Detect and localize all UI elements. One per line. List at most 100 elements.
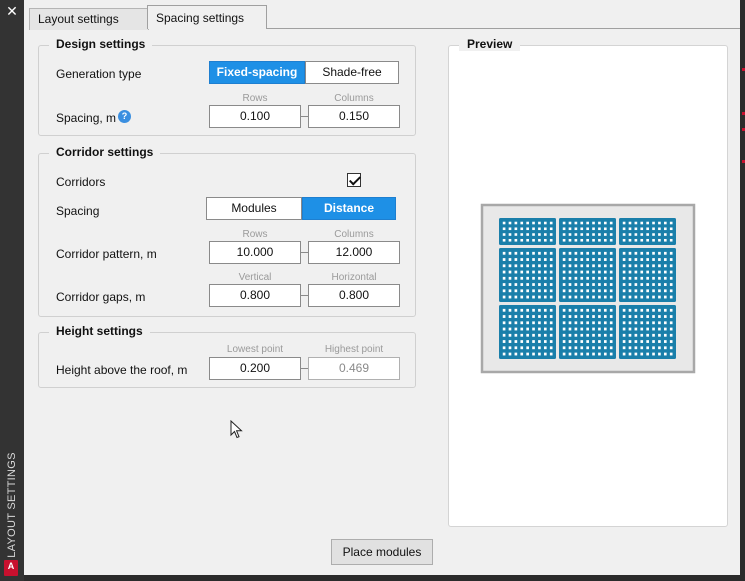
module-cell <box>586 340 589 343</box>
module-cell <box>586 333 589 337</box>
module-cell <box>652 227 655 231</box>
module-cell <box>634 258 638 261</box>
module-cell <box>663 270 667 274</box>
module-cell <box>669 327 673 331</box>
module-cell <box>526 315 529 318</box>
module-cell <box>508 264 512 268</box>
module-cell <box>640 321 644 325</box>
module-cell <box>568 251 572 255</box>
module-cell <box>609 264 613 268</box>
module-cell <box>658 233 661 236</box>
module-cell <box>568 352 572 356</box>
close-icon[interactable]: ✕ <box>4 4 20 20</box>
distance-button[interactable]: Distance <box>302 197 396 220</box>
module-cell <box>652 327 655 331</box>
module-cell <box>586 238 589 242</box>
module-cell <box>603 321 607 325</box>
module-cell <box>508 333 512 337</box>
module-cell <box>526 333 529 337</box>
module-cell <box>586 295 589 299</box>
spacing-rows-input[interactable]: 0.100 <box>209 105 301 128</box>
place-modules-button[interactable]: Place modules <box>331 539 433 565</box>
module-cell <box>634 283 638 286</box>
design-settings-group: Design settings Generation type Fixed-sp… <box>38 37 416 136</box>
vertical-sublabel: Vertical <box>238 272 272 283</box>
module-cell <box>520 315 524 318</box>
module-cell <box>532 340 535 343</box>
help-icon[interactable]: ? <box>118 110 131 123</box>
module-cell <box>652 295 655 299</box>
gap-vertical-input[interactable]: 0.800 <box>209 284 301 307</box>
module-cell <box>628 289 632 293</box>
module-cell <box>652 276 655 280</box>
module-cell <box>640 352 644 356</box>
module-cell <box>663 352 667 356</box>
modules-button[interactable]: Modules <box>206 197 302 220</box>
module-cell <box>502 221 506 225</box>
module-cell <box>532 315 535 318</box>
module-cell <box>568 321 572 325</box>
module-cell <box>586 283 589 286</box>
link-dash <box>301 116 308 117</box>
module-cell <box>543 352 547 356</box>
module-cell <box>502 327 506 331</box>
module-cell <box>514 352 518 356</box>
module-cell <box>508 289 512 293</box>
module-cell <box>526 289 529 293</box>
module-cell <box>609 233 613 236</box>
module-cell <box>538 346 541 350</box>
spacing-columns-input[interactable]: 0.150 <box>308 105 400 128</box>
module-cell <box>508 251 512 255</box>
module-cell <box>652 289 655 293</box>
module-cell <box>634 238 638 242</box>
module-cell <box>640 276 644 280</box>
module-cell <box>598 321 601 325</box>
module-cell <box>574 221 578 225</box>
pattern-rows-input[interactable]: 10.000 <box>209 241 301 264</box>
module-cell <box>586 227 589 231</box>
module-cell <box>580 321 584 325</box>
module-cell <box>538 352 541 356</box>
module-cell <box>663 308 667 312</box>
gap-horizontal-input[interactable]: 0.800 <box>308 284 400 307</box>
module-cell <box>622 264 626 268</box>
module-cell <box>580 289 584 293</box>
tab-spacing-settings[interactable]: Spacing settings <box>147 5 267 29</box>
module-cell <box>658 227 661 231</box>
module-cell <box>532 238 535 242</box>
corridors-checkbox[interactable] <box>347 173 361 187</box>
module-cell <box>549 264 553 268</box>
module-cell <box>628 333 632 337</box>
module-cell <box>603 327 607 331</box>
module-cell <box>549 346 553 350</box>
module-cell <box>549 315 553 318</box>
module-cell <box>568 315 572 318</box>
module-cell <box>508 340 512 343</box>
module-cell <box>514 221 518 225</box>
module-cell <box>568 346 572 350</box>
shade-free-button[interactable]: Shade-free <box>305 61 399 84</box>
module-cell <box>663 258 667 261</box>
module-cell <box>586 321 589 325</box>
module-cell <box>502 264 506 268</box>
module-cell <box>663 227 667 231</box>
module-cell <box>538 289 541 293</box>
module-cell <box>502 340 506 343</box>
module-cell <box>628 251 632 255</box>
module-cell <box>598 264 601 268</box>
module-cell <box>634 276 638 280</box>
module-cell <box>549 221 553 225</box>
pattern-columns-input[interactable]: 12.000 <box>308 241 400 264</box>
link-dash <box>301 295 308 296</box>
module-cell <box>592 346 595 350</box>
module-cell <box>514 276 518 280</box>
module-cell <box>543 327 547 331</box>
fixed-spacing-button[interactable]: Fixed-spacing <box>209 61 305 84</box>
lowest-point-input[interactable]: 0.200 <box>209 357 301 380</box>
module-cell <box>634 340 638 343</box>
module-cell <box>669 233 673 236</box>
preview-panel: Preview <box>448 37 728 527</box>
tab-layout-settings[interactable]: Layout settings <box>29 8 149 30</box>
module-cell <box>502 238 506 242</box>
module-cell <box>663 238 667 242</box>
